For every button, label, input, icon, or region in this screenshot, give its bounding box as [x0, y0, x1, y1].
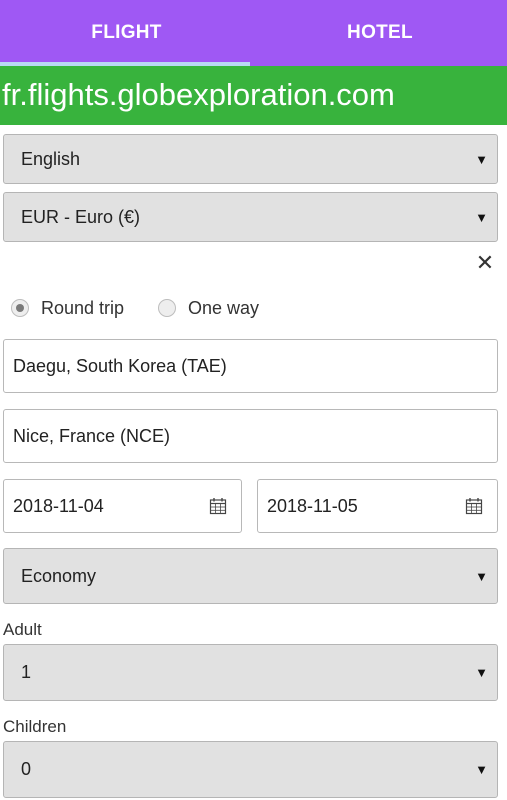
one-way-radio[interactable]: One way: [158, 293, 259, 323]
language-select[interactable]: English ▼: [3, 134, 498, 184]
chevron-down-icon: ▼: [475, 209, 488, 225]
one-way-label: One way: [188, 297, 260, 318]
children-count-value: 0: [21, 759, 32, 779]
close-icon[interactable]: ✕: [475, 252, 495, 274]
tab-hotel[interactable]: HOTEL: [253, 0, 507, 66]
chevron-down-icon: ▼: [475, 762, 488, 777]
depart-date-value: 2018-11-04: [13, 495, 104, 516]
cabin-class-select[interactable]: Economy ▼: [3, 548, 498, 604]
radio-unchecked-icon: [158, 299, 176, 317]
children-label: Children: [3, 717, 67, 736]
tab-flight[interactable]: FLIGHT: [0, 0, 253, 66]
currency-select[interactable]: EUR - Euro (€) ▼: [3, 192, 498, 242]
destination-input[interactable]: Nice, France (NCE): [3, 409, 498, 463]
cabin-class-value: Economy: [21, 565, 97, 586]
round-trip-radio[interactable]: Round trip: [11, 293, 124, 323]
chevron-down-icon: ▼: [475, 151, 488, 167]
depart-date-input[interactable]: 2018-11-04: [3, 479, 242, 533]
adult-count-select[interactable]: 1 ▼: [3, 644, 498, 701]
calendar-icon[interactable]: [465, 497, 483, 515]
chevron-down-icon: ▼: [475, 568, 488, 584]
origin-value: Daegu, South Korea (TAE): [13, 355, 227, 376]
origin-input[interactable]: Daegu, South Korea (TAE): [3, 339, 498, 393]
destination-value: Nice, France (NCE): [13, 425, 171, 446]
return-date-value: 2018-11-05: [267, 495, 358, 516]
radio-checked-icon: [11, 299, 29, 317]
round-trip-label: Round trip: [41, 297, 125, 318]
children-count-select[interactable]: 0 ▼: [3, 741, 498, 798]
site-url-banner: fr.flights.globexploration.com: [0, 66, 507, 125]
return-date-input[interactable]: 2018-11-05: [257, 479, 498, 533]
currency-select-value: EUR - Euro (€): [21, 206, 141, 227]
adult-count-value: 1: [21, 662, 32, 682]
tab-bar: FLIGHT HOTEL: [0, 0, 507, 66]
language-select-value: English: [21, 148, 81, 169]
adult-label: Adult: [3, 620, 42, 639]
chevron-down-icon: ▼: [475, 665, 488, 680]
calendar-icon[interactable]: [209, 497, 227, 515]
